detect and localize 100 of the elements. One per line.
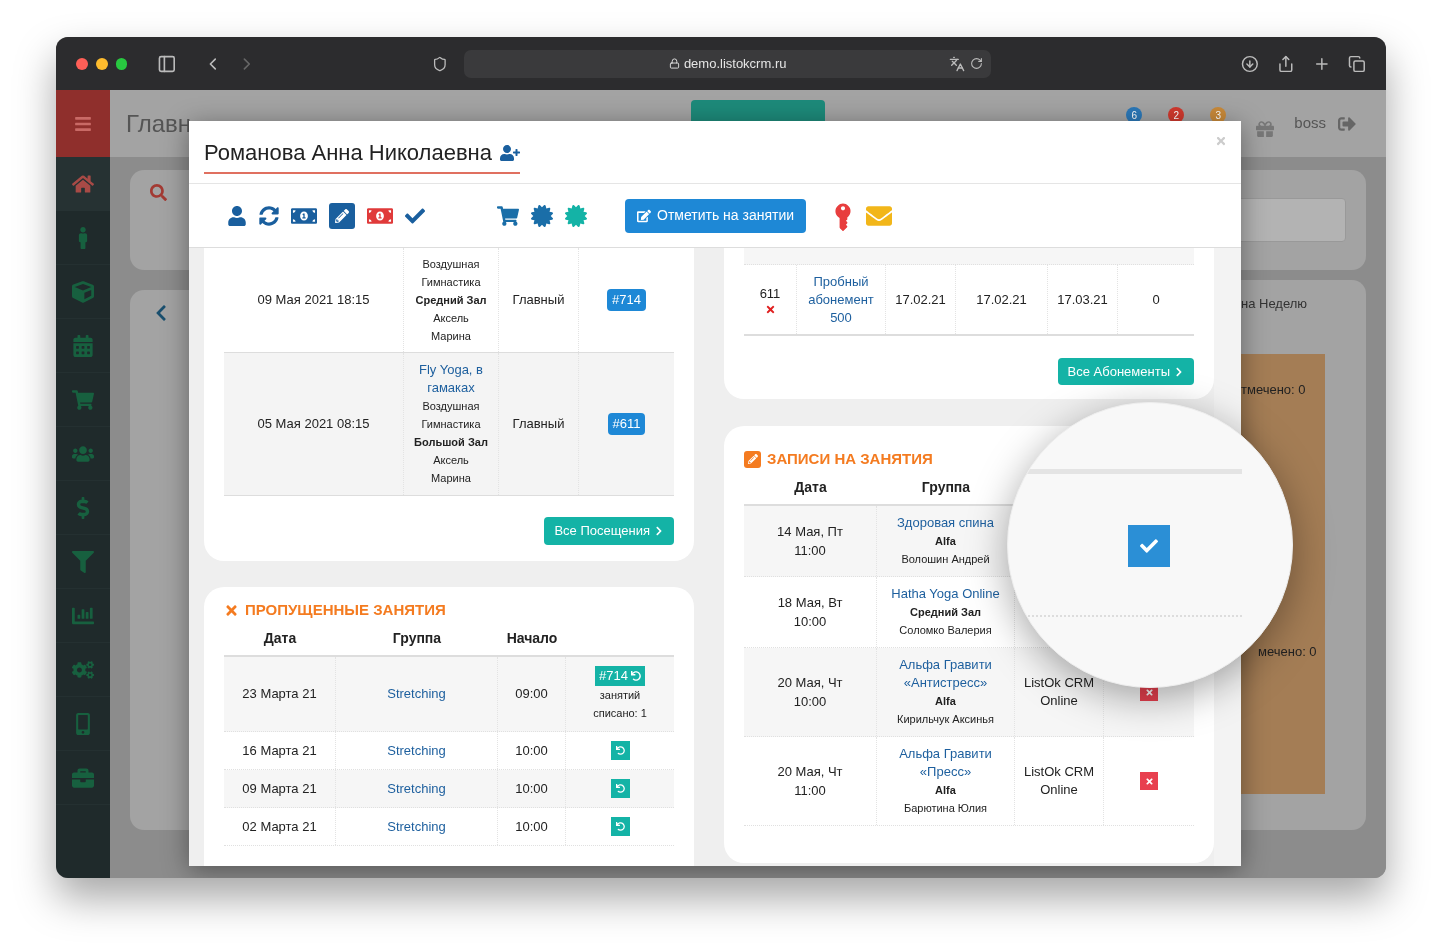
id-badge[interactable]: #714 <box>607 289 646 311</box>
undo-icon <box>630 671 641 681</box>
start-cell: 10:00 <box>498 808 566 845</box>
subscription-link[interactable]: Пробный абонемент 500 <box>801 272 881 327</box>
briefcase-icon[interactable] <box>72 766 94 789</box>
cross-icon <box>1144 776 1154 786</box>
restore-button[interactable] <box>610 817 630 836</box>
hall-text: Средний Зал <box>415 293 487 308</box>
restore-button[interactable] <box>610 779 630 798</box>
sidebar-icon[interactable] <box>157 53 178 74</box>
attendance-checkbox[interactable] <box>1128 525 1170 567</box>
start-cell: 09:00 <box>498 657 566 731</box>
number-cell-text: 611 <box>759 285 781 304</box>
start-cell: 10:00 <box>498 770 566 807</box>
table-cell: 17.02.21 <box>886 265 956 334</box>
cancel-button[interactable] <box>1140 772 1158 790</box>
menu-icon <box>74 114 92 133</box>
edit-icon[interactable] <box>329 202 355 229</box>
written-off-note: занятий списано: 1 <box>592 687 648 721</box>
tabs-icon[interactable] <box>1348 54 1366 73</box>
undo-icon <box>615 746 625 755</box>
add-user-icon[interactable] <box>500 142 520 163</box>
close-window-button[interactable] <box>76 57 88 70</box>
group-link[interactable]: Stretching <box>387 740 446 761</box>
restore-button[interactable] <box>610 741 630 760</box>
zoom-window-button[interactable] <box>115 57 128 70</box>
hall-text: Большой Зал <box>414 435 488 450</box>
teacher-text: Волошин Андрей <box>901 552 990 567</box>
translate-icon[interactable] <box>949 55 966 72</box>
dialog-title: Романова Анна Николаевна <box>204 139 492 167</box>
group-link[interactable]: Hatha Yoga Online <box>886 585 1005 603</box>
edit-icon <box>637 208 651 223</box>
minimize-window-button[interactable] <box>95 57 108 70</box>
cube-icon[interactable] <box>72 280 94 303</box>
group-link[interactable]: Stretching <box>387 778 446 799</box>
teacher-text: Барютина Юлия <box>903 801 987 816</box>
section-title: ЗАПИСИ НА ЗАНЯТИЯ <box>767 448 933 469</box>
mark-attendance-button[interactable]: Отметить на занятии <box>625 198 807 233</box>
badge-icon[interactable] <box>565 204 587 227</box>
time-text: 10:00 <box>793 693 827 711</box>
hall-text: Alfa <box>935 534 956 549</box>
time-text: 11:00 <box>794 782 826 800</box>
time-text: 11:00 <box>794 542 826 560</box>
gears-icon[interactable] <box>72 658 94 681</box>
user-icon[interactable] <box>227 205 247 226</box>
undo-icon <box>615 784 625 793</box>
date-cell: 02 Марта 21 <box>224 808 336 845</box>
column-header: Начало <box>505 628 559 648</box>
address-bar[interactable]: demo.listokcrm.ru <box>464 49 992 78</box>
calendar-note: тмечено: 0 <box>1241 380 1307 399</box>
category-text: Воздушная Гимнастика <box>420 399 482 432</box>
column-header: Дата <box>262 628 298 648</box>
chevron-icon <box>654 526 664 536</box>
group-link[interactable]: Альфа Гравити «Пресс» <box>886 745 1005 781</box>
reload-icon[interactable] <box>970 57 984 70</box>
pencil-icon <box>744 450 761 468</box>
week-tab[interactable]: на Неделю <box>1241 294 1366 314</box>
download-icon[interactable] <box>1241 54 1259 73</box>
date-cell: 23 Марта 21 <box>224 657 336 731</box>
date-text: 20 Мая, Чт <box>777 673 843 692</box>
teacher-text: Аксель Марина <box>430 311 472 344</box>
branch-cell: Главный <box>499 248 579 352</box>
column-header: Дата <box>793 477 828 497</box>
date-text: 14 Мая, Пт <box>777 522 843 541</box>
time-text: 10:00 <box>793 613 827 631</box>
cross-icon <box>224 602 239 618</box>
branch-cell: Главный <box>499 353 579 495</box>
calendar-icon[interactable] <box>72 334 94 357</box>
date-cell-text: 09 Мая 2021 18:15 <box>256 291 371 310</box>
cross-icon <box>1144 687 1154 697</box>
search-icon <box>150 184 167 201</box>
menu-button[interactable] <box>56 90 110 157</box>
group-link[interactable]: Fly Yoga, в гамаках <box>412 361 490 397</box>
table-cell: 17.03.21 <box>1048 265 1118 334</box>
cart-icon[interactable] <box>497 204 519 227</box>
start-cell: 10:00 <box>498 732 566 769</box>
place-text: ListOk CRM Online <box>1022 763 1096 799</box>
group-link[interactable]: Stretching <box>387 816 446 837</box>
hall-text: Alfa <box>935 783 956 798</box>
teacher-text: Соломко Валерия <box>899 623 992 638</box>
table-cell-text: 0 <box>1151 290 1161 309</box>
shield-icon[interactable] <box>432 55 449 72</box>
logout-icon[interactable] <box>1338 114 1356 133</box>
category-text: Воздушная Гимнастика <box>420 257 482 290</box>
id-badge[interactable]: #611 <box>607 413 646 435</box>
group-link[interactable]: Здоровая спина <box>886 514 1005 532</box>
place-text: ListOk CRM Online <box>1022 674 1096 710</box>
check-icon <box>1140 537 1158 555</box>
teacher-text: Кирильчук Аксинья <box>897 712 994 727</box>
section-title: ПРОПУЩЕННЫЕ ЗАНЯТИЯ <box>245 599 446 620</box>
date-text: 18 Мая, Вт <box>777 593 843 612</box>
undo-icon <box>615 822 625 831</box>
refresh-icon[interactable] <box>259 205 279 226</box>
user-name: boss <box>1294 113 1326 134</box>
filter-icon[interactable] <box>72 550 94 573</box>
badge-icon[interactable] <box>531 204 553 227</box>
group-link[interactable]: Альфа Гравити «Антистресс» <box>886 656 1005 692</box>
home-tab[interactable] <box>56 157 110 211</box>
share-icon[interactable] <box>1276 54 1295 73</box>
group-link[interactable]: Stretching <box>387 684 446 704</box>
